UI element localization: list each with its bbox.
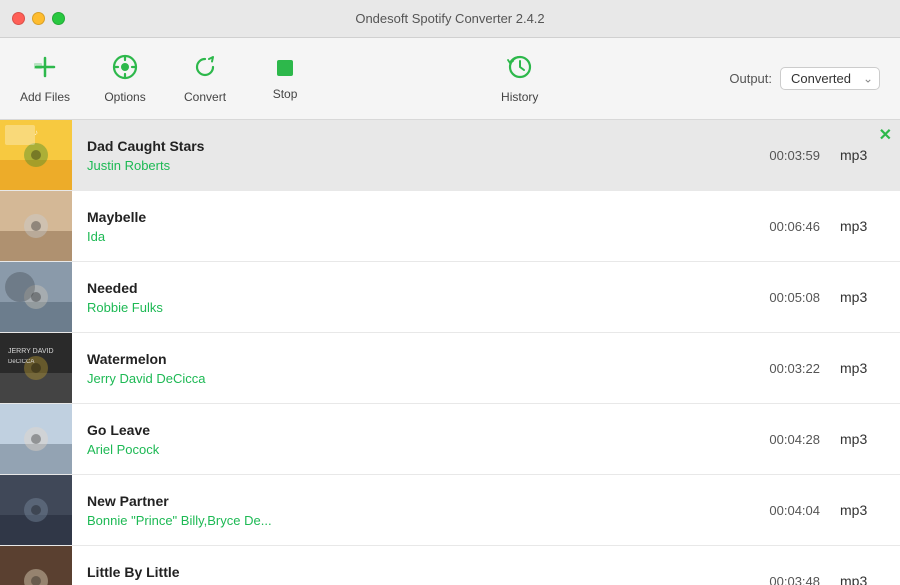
close-song-button[interactable]: ✕ [879, 128, 892, 144]
song-item[interactable]: Maybelle Ida 00:06:46mp3 [0, 191, 900, 262]
stop-icon [275, 56, 295, 82]
stop-button[interactable]: Stop [260, 56, 310, 101]
song-thumbnail [0, 191, 72, 261]
history-label: History [501, 90, 538, 104]
song-thumbnail: JERRY DAVID DeCICCA [0, 333, 72, 403]
add-files-icon [31, 53, 59, 85]
song-duration: 00:04:28 [769, 404, 840, 474]
song-info: Go Leave Ariel Pocock [72, 404, 769, 474]
song-item[interactable]: ♪ Dad Caught Stars Justin Roberts 00:03:59… [0, 120, 900, 191]
song-info: Watermelon Jerry David DeCicca [72, 333, 769, 403]
song-format: mp3 [840, 262, 900, 332]
svg-text:JERRY DAVID: JERRY DAVID [8, 348, 54, 355]
song-duration: 00:03:59 [769, 120, 840, 190]
song-thumbnail: ♪ [0, 120, 72, 190]
title-bar: Ondesoft Spotify Converter 2.4.2 [0, 0, 900, 38]
toolbar: Add Files Options Convert [0, 38, 900, 120]
output-select-wrapper[interactable]: Converted Downloads Desktop [780, 67, 880, 90]
options-button[interactable]: Options [100, 53, 150, 104]
song-format: mp3 [840, 404, 900, 474]
song-title: Watermelon [87, 351, 754, 367]
history-icon [506, 53, 534, 85]
song-item[interactable]: Little By LittleFrances England00:03:48m… [0, 546, 900, 585]
song-thumbnail [0, 262, 72, 332]
song-format: mp3 [840, 475, 900, 545]
song-format: mp3 [840, 191, 900, 261]
options-label: Options [104, 90, 145, 104]
song-item[interactable]: New Partner Bonnie "Prince" Billy,Bryce D… [0, 475, 900, 546]
song-thumbnail [0, 475, 72, 545]
song-item[interactable]: JERRY DAVID DeCICCA Watermelon Jerry David… [0, 333, 900, 404]
song-duration: 00:06:46 [769, 191, 840, 261]
song-duration: 00:05:08 [769, 262, 840, 332]
song-info: New Partner Bonnie "Prince" Billy,Bryce D… [72, 475, 769, 545]
song-thumbnail [0, 404, 72, 474]
maximize-button[interactable] [52, 12, 65, 25]
song-artist: Robbie Fulks [87, 300, 754, 315]
song-info: Little By LittleFrances England [72, 546, 769, 585]
song-artist: Ida [87, 229, 754, 244]
song-title: Little By Little [87, 564, 754, 580]
song-info: Needed Robbie Fulks [72, 262, 769, 332]
song-item[interactable]: Go Leave Ariel Pocock 00:04:28mp3 [0, 404, 900, 475]
history-button[interactable]: History [495, 53, 545, 104]
output-section: Output: Converted Downloads Desktop [729, 67, 880, 90]
options-icon [111, 53, 139, 85]
convert-label: Convert [184, 90, 226, 104]
convert-icon [191, 53, 219, 85]
song-title: Go Leave [87, 422, 754, 438]
song-artist: Justin Roberts [87, 158, 754, 173]
svg-text:DeCICCA: DeCICCA [8, 359, 34, 365]
svg-text:♪: ♪ [34, 128, 38, 137]
convert-button[interactable]: Convert [180, 53, 230, 104]
song-format: mp3 [840, 546, 900, 585]
stop-label: Stop [273, 87, 298, 101]
song-info: Maybelle Ida [72, 191, 769, 261]
minimize-button[interactable] [32, 12, 45, 25]
song-title: Maybelle [87, 209, 754, 225]
add-files-button[interactable]: Add Files [20, 53, 70, 104]
song-item[interactable]: Needed Robbie Fulks 00:05:08mp3 [0, 262, 900, 333]
output-label: Output: [729, 71, 772, 86]
song-thumbnail [0, 546, 72, 585]
song-artist: Bonnie "Prince" Billy,Bryce De... [87, 513, 754, 528]
song-artist: Ariel Pocock [87, 442, 754, 457]
song-duration: 00:03:22 [769, 333, 840, 403]
song-duration: 00:04:04 [769, 475, 840, 545]
window-title: Ondesoft Spotify Converter 2.4.2 [355, 11, 544, 26]
song-format: mp3 [840, 333, 900, 403]
window-controls [12, 12, 65, 25]
song-info: Dad Caught Stars Justin Roberts [72, 120, 769, 190]
song-title: Dad Caught Stars [87, 138, 754, 154]
song-duration: 00:03:48 [769, 546, 840, 585]
output-select[interactable]: Converted Downloads Desktop [780, 67, 880, 90]
add-files-label: Add Files [20, 90, 70, 104]
song-list: ♪ Dad Caught Stars Justin Roberts 00:03:59… [0, 120, 900, 585]
song-artist: Jerry David DeCicca [87, 371, 754, 386]
song-title: New Partner [87, 493, 754, 509]
close-button[interactable] [12, 12, 25, 25]
song-title: Needed [87, 280, 754, 296]
